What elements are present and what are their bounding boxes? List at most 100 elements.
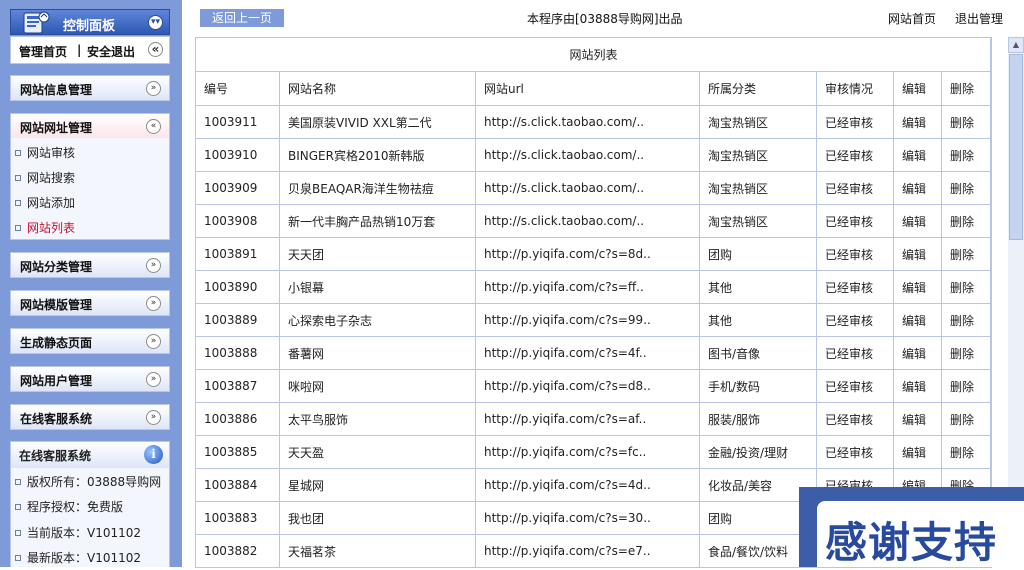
cell-category: 其他: [699, 303, 817, 337]
cell-category: 其他: [699, 270, 817, 304]
cell-status: 已经审核: [816, 171, 894, 205]
delete-link[interactable]: 删除: [940, 171, 993, 205]
chevron-down-icon: »: [146, 410, 161, 425]
scrollbar-thumb[interactable]: [1009, 54, 1023, 240]
back-button[interactable]: 返回上一页: [200, 9, 284, 27]
delete-link[interactable]: 删除: [940, 402, 993, 436]
cell-id: 1003909: [195, 171, 280, 205]
edit-link[interactable]: 编辑: [893, 171, 942, 205]
edit-link[interactable]: 编辑: [893, 270, 942, 304]
header-edit: 编辑: [893, 71, 942, 106]
sidebar-item-search[interactable]: 网站搜索: [15, 169, 75, 186]
delete-link[interactable]: 删除: [940, 105, 993, 139]
cell-name[interactable]: 心探索电子杂志: [279, 303, 476, 337]
cell-url[interactable]: http://p.yiqifa.com/c?s=af..: [475, 402, 700, 436]
safe-logout-link[interactable]: 安全退出: [87, 43, 135, 60]
cell-url[interactable]: http://p.yiqifa.com/c?s=30..: [475, 501, 700, 535]
bullet-icon: [15, 199, 21, 206]
cell-name[interactable]: 新一代丰胸产品热销10万套: [279, 204, 476, 238]
chevron-down-icon[interactable]: ▾▾: [148, 15, 163, 30]
menu-site-category[interactable]: 网站分类管理 »: [10, 252, 170, 278]
admin-home-link[interactable]: 管理首页: [19, 43, 67, 60]
table-row: 1003887 咪啦网 http://p.yiqifa.com/c?s=d8.. 手机…: [195, 369, 993, 403]
site-home-link[interactable]: 网站首页: [888, 10, 936, 27]
menu-site-info[interactable]: 网站信息管理 »: [10, 75, 170, 101]
menu-label: 在线客服系统: [20, 412, 93, 426]
menu-site-url[interactable]: 网站网址管理 «: [10, 113, 170, 139]
cell-status: 已经审核: [816, 237, 894, 271]
cell-name[interactable]: 我也团: [279, 501, 476, 535]
edit-link[interactable]: 编辑: [893, 303, 942, 337]
cell-name[interactable]: 番薯网: [279, 336, 476, 370]
cell-name[interactable]: BINGER宾格2010新韩版: [279, 138, 476, 172]
cell-name[interactable]: 天天团: [279, 237, 476, 271]
delete-link[interactable]: 删除: [940, 435, 993, 469]
cell-name[interactable]: 星城网: [279, 468, 476, 502]
menu-static-pages[interactable]: 生成静态页面 »: [10, 328, 170, 354]
info-current-version: 当前版本：V101102: [15, 524, 141, 541]
cell-name[interactable]: 咪啦网: [279, 369, 476, 403]
menu-label: 网站分类管理: [20, 260, 93, 274]
cell-id: 1003885: [195, 435, 280, 469]
cell-id: 1003884: [195, 468, 280, 502]
menu-label: 生成静态页面: [20, 336, 93, 350]
edit-link[interactable]: 编辑: [893, 435, 942, 469]
cell-name[interactable]: 天福茗茶: [279, 534, 476, 568]
chevron-down-icon: »: [146, 296, 161, 311]
logout-link[interactable]: 退出管理: [955, 10, 1003, 27]
thanks-banner: 感谢支持: [799, 487, 1024, 567]
scroll-up-arrow-icon[interactable]: ▲: [1008, 37, 1024, 53]
delete-link[interactable]: 删除: [940, 237, 993, 271]
delete-link[interactable]: 删除: [940, 336, 993, 370]
cell-url[interactable]: http://s.click.taobao.com/..: [475, 138, 700, 172]
edit-link[interactable]: 编辑: [893, 237, 942, 271]
cell-url[interactable]: http://s.click.taobao.com/..: [475, 204, 700, 238]
header-status: 审核情况: [816, 71, 894, 106]
cell-url[interactable]: http://p.yiqifa.com/c?s=8d..: [475, 237, 700, 271]
bullet-icon: [15, 174, 21, 181]
info-icon: i: [144, 445, 163, 464]
cell-url[interactable]: http://s.click.taobao.com/..: [475, 171, 700, 205]
sidebar-item-add[interactable]: 网站添加: [15, 194, 75, 211]
edit-link[interactable]: 编辑: [893, 336, 942, 370]
edit-link[interactable]: 编辑: [893, 138, 942, 172]
cell-name[interactable]: 太平鸟服饰: [279, 402, 476, 436]
edit-link[interactable]: 编辑: [893, 204, 942, 238]
cell-url[interactable]: http://p.yiqifa.com/c?s=e7..: [475, 534, 700, 568]
edit-link[interactable]: 编辑: [893, 402, 942, 436]
menu-site-template[interactable]: 网站模版管理 »: [10, 290, 170, 316]
delete-link[interactable]: 删除: [940, 138, 993, 172]
sidebar-top-links: 管理首页 | 安全退出 «: [10, 36, 170, 64]
header-name: 网站名称: [279, 71, 476, 106]
system-info-title: 在线客服系统: [19, 449, 92, 463]
cell-category: 图书/音像: [699, 336, 817, 370]
cell-name[interactable]: 天天盈: [279, 435, 476, 469]
delete-link[interactable]: 删除: [940, 204, 993, 238]
delete-link[interactable]: 删除: [940, 303, 993, 337]
header-delete: 删除: [940, 71, 993, 106]
delete-link[interactable]: 删除: [940, 369, 993, 403]
header-id: 编号: [195, 71, 280, 106]
cell-url[interactable]: http://p.yiqifa.com/c?s=99..: [475, 303, 700, 337]
double-chevron-left-icon[interactable]: «: [148, 42, 163, 57]
cell-url[interactable]: http://p.yiqifa.com/c?s=ff..: [475, 270, 700, 304]
menu-site-users[interactable]: 网站用户管理 »: [10, 366, 170, 392]
edit-link[interactable]: 编辑: [893, 369, 942, 403]
cell-name[interactable]: 美国原装VIVID XXL第二代: [279, 105, 476, 139]
cell-name[interactable]: 贝泉BEAQAR海洋生物祛痘: [279, 171, 476, 205]
cell-url[interactable]: http://s.click.taobao.com/..: [475, 105, 700, 139]
edit-link[interactable]: 编辑: [893, 105, 942, 139]
cell-url[interactable]: http://p.yiqifa.com/c?s=fc..: [475, 435, 700, 469]
cell-url[interactable]: http://p.yiqifa.com/c?s=4d..: [475, 468, 700, 502]
cell-url[interactable]: http://p.yiqifa.com/c?s=d8..: [475, 369, 700, 403]
chevron-down-icon: »: [146, 258, 161, 273]
cell-url[interactable]: http://p.yiqifa.com/c?s=4f..: [475, 336, 700, 370]
delete-link[interactable]: 删除: [940, 270, 993, 304]
sidebar: 控制面板 ▾▾ 管理首页 | 安全退出 « 网站信息管理 » 网站网址管理 « …: [0, 0, 182, 567]
sidebar-item-list[interactable]: 网站列表: [15, 219, 75, 236]
sidebar-item-review[interactable]: 网站审核: [15, 144, 75, 161]
cell-status: 已经审核: [816, 435, 894, 469]
cell-name[interactable]: 小银幕: [279, 270, 476, 304]
menu-online-service[interactable]: 在线客服系统 »: [10, 404, 170, 430]
bullet-icon: [15, 149, 21, 156]
